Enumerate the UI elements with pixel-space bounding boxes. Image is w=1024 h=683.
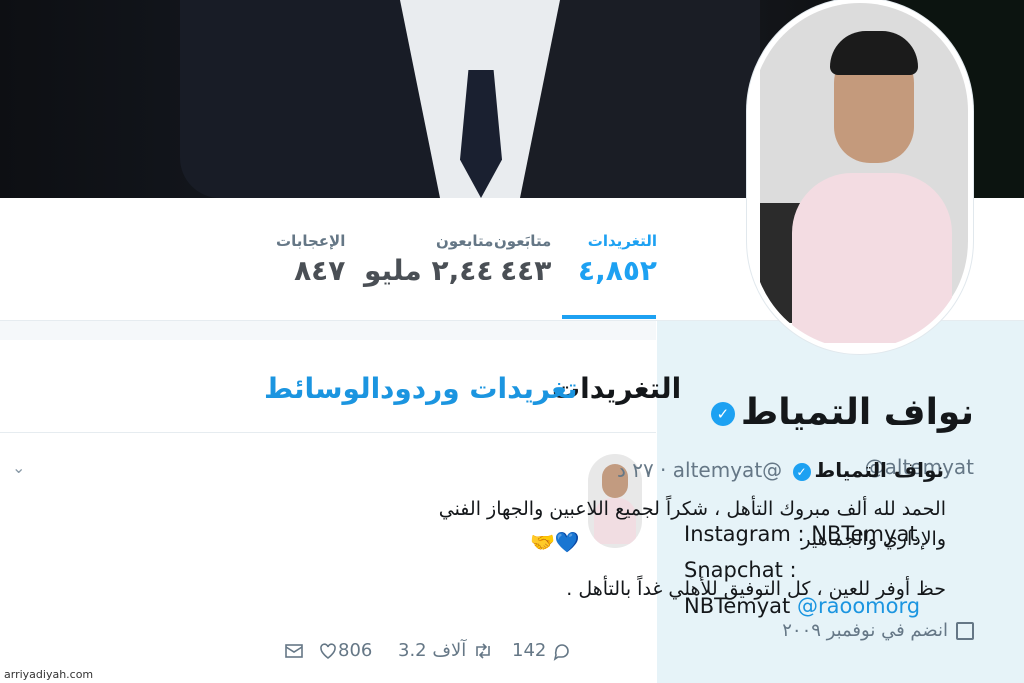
verified-badge-icon: ✓ xyxy=(710,402,735,426)
profile-name-text: نواف التمياط xyxy=(740,392,974,433)
stat-followers-value: ٢,٤٤ مليو xyxy=(364,254,494,287)
profile-name: نواف التمياط✓ xyxy=(710,392,974,433)
reply-button[interactable]: 142 xyxy=(512,640,572,661)
tab-media[interactable]: الوسائط xyxy=(264,372,380,405)
tweet-header: نواف التمياط✓ @altemyat · ٢٧ د xyxy=(617,458,944,482)
stat-tweets-label: التغريدات xyxy=(587,232,657,250)
stat-likes[interactable]: الإعجابات ٨٤٧ xyxy=(276,232,345,287)
like-count: 806 xyxy=(338,640,373,661)
calendar-icon xyxy=(956,622,974,640)
joined-text: انضم في نوفمبر ٢٠٠٩ xyxy=(782,620,948,641)
tab-tweets-replies[interactable]: تغريدات وردود xyxy=(380,372,578,405)
heart-icon xyxy=(320,643,336,659)
tweet-text-line-2: حظ أوفر للعين ، كل التوفيق للأهلي غداً ب… xyxy=(566,578,946,600)
mail-icon xyxy=(285,644,303,658)
retweet-count: 3.2 آلاف xyxy=(398,640,467,661)
stat-followers[interactable]: متابعون ٢,٤٤ مليو xyxy=(364,232,493,287)
retweet-button[interactable]: 3.2 آلاف xyxy=(398,640,494,661)
tweet-author-handle[interactable]: @altemyat xyxy=(673,458,782,482)
stat-following[interactable]: متابَعون ٤٤٣ xyxy=(494,232,551,287)
watermark: arriyadiyah.com xyxy=(4,668,94,681)
retweet-icon xyxy=(476,643,490,659)
chevron-down-icon[interactable]: ⌄ xyxy=(12,458,25,477)
reply-count: 142 xyxy=(512,640,547,661)
stat-tweets[interactable]: التغريدات ٤,٨٥٢ xyxy=(578,232,657,287)
verified-badge-icon: ✓ xyxy=(792,462,811,481)
stat-followers-label: متابعون xyxy=(436,232,494,250)
tweet-time[interactable]: · ٢٧ د xyxy=(617,458,666,482)
tweet-emoji: 🤝💙 xyxy=(530,530,580,554)
tweet-text-line-1: الحمد لله ألف مبروك التأهل ، شكراً لجميع… xyxy=(438,498,946,550)
stat-following-value: ٤٤٣ xyxy=(500,254,552,287)
stat-likes-label: الإعجابات xyxy=(276,232,346,250)
profile-avatar[interactable] xyxy=(747,0,973,354)
like-button[interactable]: 806 xyxy=(318,640,372,661)
reply-icon xyxy=(553,644,569,661)
dm-button[interactable] xyxy=(284,640,304,661)
active-stat-underline xyxy=(562,315,656,319)
stat-likes-value: ٨٤٧ xyxy=(294,254,346,287)
tabs-divider xyxy=(0,432,656,433)
tweet-author-name[interactable]: نواف التمياط xyxy=(815,458,944,482)
stat-following-label: متابَعون xyxy=(494,232,552,250)
joined-date: انضم في نوفمبر ٢٠٠٩ xyxy=(782,620,974,641)
stat-tweets-value: ٤,٨٥٢ xyxy=(578,254,657,287)
